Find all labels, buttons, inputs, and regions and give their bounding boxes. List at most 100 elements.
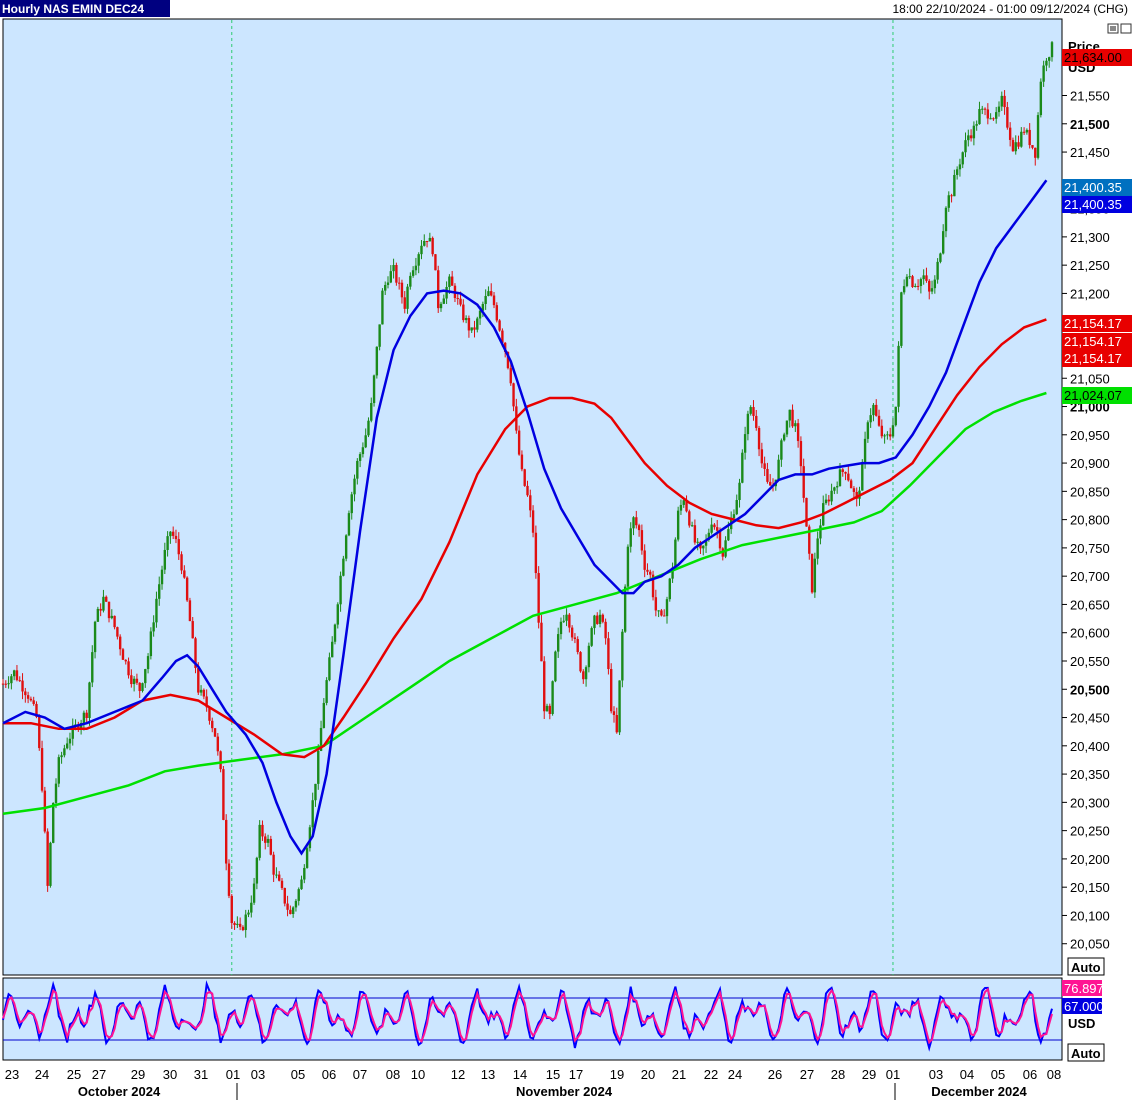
candle-body [336, 604, 339, 625]
oscillator-panel[interactable] [2, 977, 1063, 1061]
candle-body [356, 460, 359, 479]
candle-body [545, 705, 549, 712]
candle-body [587, 645, 591, 668]
x-tick-label: 23 [5, 1067, 19, 1082]
candle-body [584, 667, 588, 680]
candle-body [888, 434, 892, 437]
y-tick-label: 20,050 [1070, 937, 1110, 952]
osc-auto-button[interactable]: Auto [1067, 1043, 1105, 1062]
candle-body [693, 525, 697, 543]
candle-body [777, 459, 780, 480]
candle-body [799, 441, 803, 467]
y-tick-label: 21,550 [1070, 89, 1110, 104]
candle-body [548, 705, 552, 714]
candle-body [105, 596, 108, 602]
candle-body [861, 462, 864, 491]
candle-body [448, 276, 451, 287]
candle-body [933, 279, 937, 289]
candle-body [213, 728, 217, 737]
y-tick-label: 20,200 [1070, 852, 1110, 867]
candle-body [551, 681, 554, 714]
price-auto-button[interactable]: Auto [1067, 957, 1105, 976]
candle-body [891, 425, 895, 437]
candle-body [997, 106, 1001, 113]
candle-body [894, 406, 897, 426]
month-label: October 2024 [78, 1084, 161, 1099]
candle-body [144, 669, 147, 684]
candle-body [724, 540, 727, 557]
candle-body [570, 627, 574, 638]
candle-body [1036, 115, 1040, 158]
candle-body [796, 423, 800, 442]
candle-body [573, 637, 577, 640]
candle-body [32, 700, 35, 704]
candle-body [676, 510, 680, 540]
candle-body [487, 291, 490, 296]
candle-body [657, 610, 660, 612]
candle-body [286, 903, 289, 910]
candle-body [264, 836, 267, 843]
x-tick-label: 01 [226, 1067, 240, 1082]
candle-body [947, 195, 950, 208]
candle-body [735, 500, 738, 515]
candle-body [543, 661, 546, 712]
candle-body [375, 346, 379, 376]
candle-body [1008, 127, 1012, 140]
x-tick-label: 24 [35, 1067, 49, 1082]
candle-body [411, 270, 415, 276]
candle-body [467, 318, 471, 331]
restore-icon[interactable] [1107, 23, 1119, 34]
y-tick-label: 20,250 [1070, 824, 1110, 839]
candle-body [766, 468, 769, 482]
price-panel[interactable] [2, 18, 1063, 976]
candle-body [392, 265, 395, 272]
candle-body [342, 558, 345, 576]
osc-tag-2: 67.000 [1062, 998, 1104, 1014]
last-value-text: 21,154.17 [1064, 351, 1122, 366]
candle-body [166, 536, 169, 550]
x-tick-label: 26 [768, 1067, 782, 1082]
candle-body [403, 297, 406, 309]
y-tick-label: 21,250 [1070, 258, 1110, 273]
candle-body [649, 571, 652, 575]
candle-body [713, 524, 716, 528]
candle-body [1045, 60, 1048, 66]
candle-body [233, 923, 236, 925]
x-tick-label: 03 [251, 1067, 265, 1082]
candle-body [311, 800, 314, 828]
candle-body [26, 695, 30, 699]
candle-body [93, 621, 97, 653]
candle-body [155, 598, 158, 623]
x-tick-label: 21 [672, 1067, 686, 1082]
last-value-text: 21,154.17 [1064, 316, 1122, 331]
x-tick-label: 27 [92, 1067, 106, 1082]
y-tick-label: 20,600 [1070, 626, 1110, 641]
candle-body [665, 599, 669, 617]
candle-body [82, 712, 86, 723]
x-tick-label: 13 [481, 1067, 495, 1082]
chart: Hourly NAS EMIN DEC24 18:00 22/10/2024 -… [0, 0, 1132, 1100]
candle-body [517, 430, 521, 455]
y-tick-label: 20,800 [1070, 513, 1110, 528]
candle-body [794, 423, 797, 427]
candle-body [629, 528, 632, 547]
candle-body [132, 678, 136, 685]
candle-body [880, 425, 884, 437]
candle-body [364, 435, 367, 448]
candle-body [414, 265, 418, 271]
candle-body [534, 532, 538, 574]
candle-body [953, 174, 956, 197]
candle-body [60, 755, 63, 758]
candle-body [562, 620, 565, 622]
x-tick-label: 08 [1047, 1067, 1061, 1082]
candle-body [328, 657, 331, 681]
maximize-icon[interactable] [1120, 23, 1132, 34]
candle-body [643, 550, 646, 570]
candle-body [266, 838, 270, 843]
candle-body [936, 261, 939, 280]
candle-body [450, 276, 454, 286]
candle-body [180, 554, 183, 571]
candle-body [325, 680, 328, 703]
candle-body [872, 404, 875, 416]
candle-body [397, 282, 401, 284]
